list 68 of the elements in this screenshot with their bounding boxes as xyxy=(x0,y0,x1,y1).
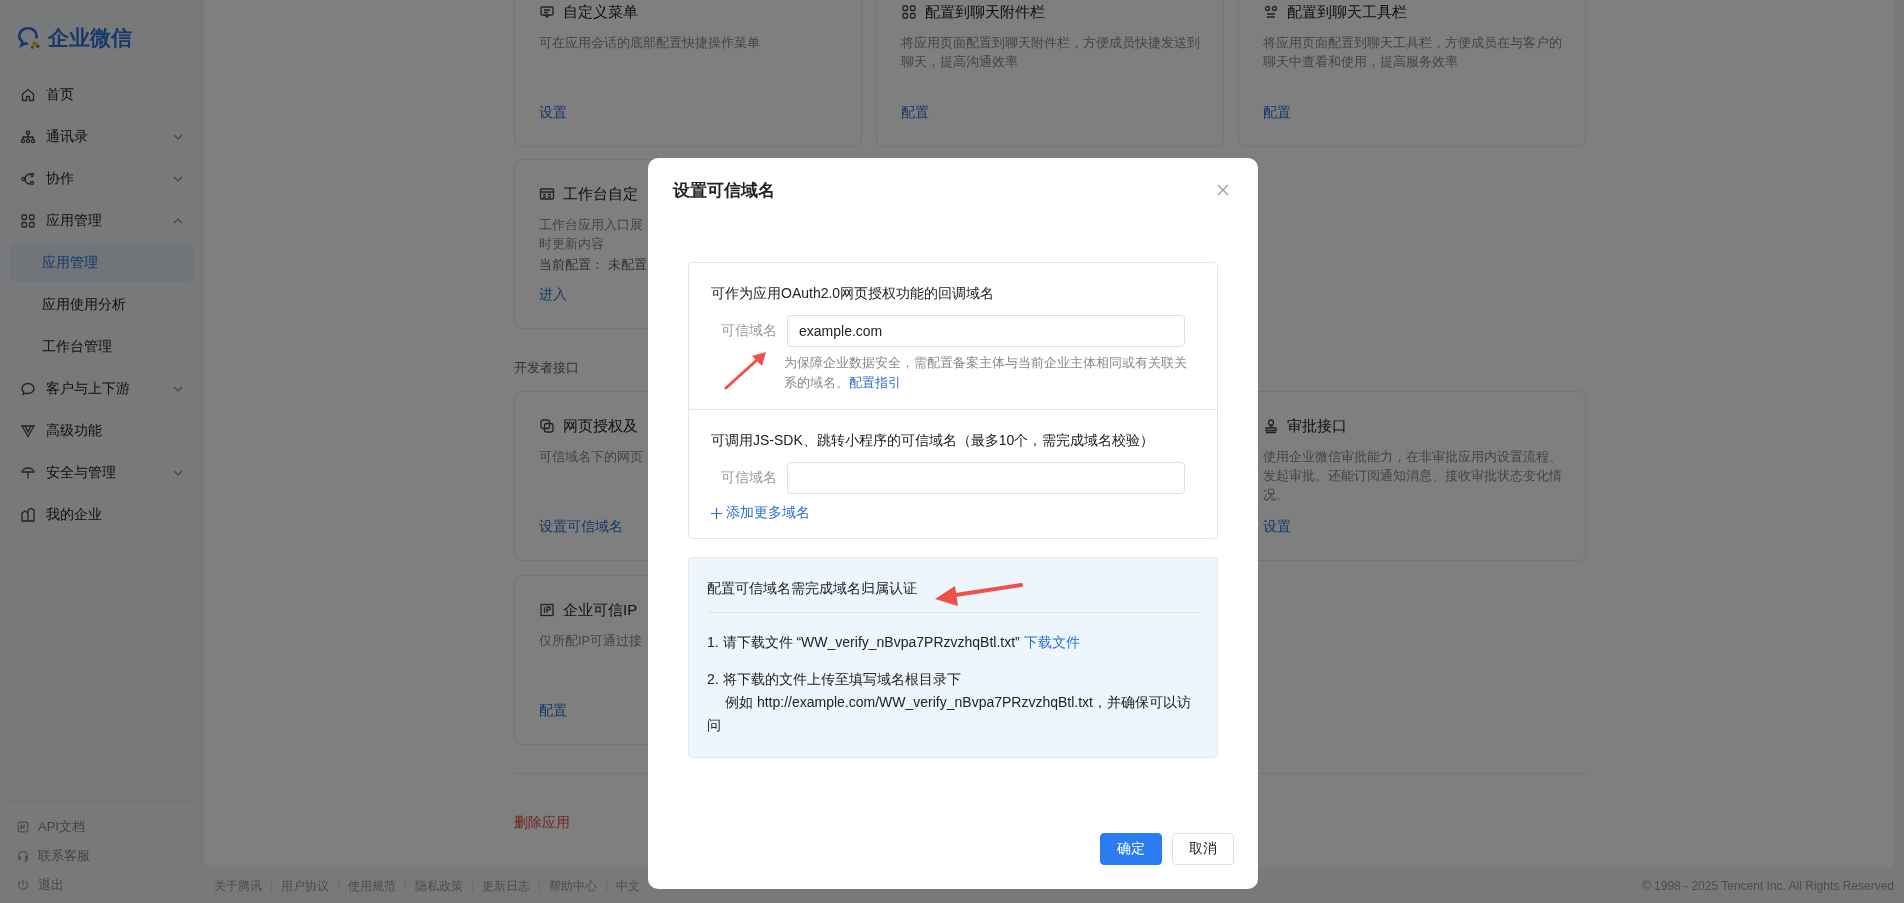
hint-text: 为保障企业数据安全，需配置备案主体与当前企业主体相同或有关联关系的域名。配置指引 xyxy=(784,354,1188,392)
nav-item[interactable]: 应用管理 xyxy=(10,202,194,240)
logo-text: 企业微信 xyxy=(48,25,132,51)
card-title: 审批接口 xyxy=(1287,416,1347,436)
grid-icon xyxy=(20,213,36,229)
nav-item[interactable]: 首页 xyxy=(10,76,194,114)
config-status: 当前配置： 未配置 xyxy=(539,256,647,274)
card-title: 网页授权及 xyxy=(563,416,638,436)
umbrella-icon xyxy=(20,465,36,481)
section-title: 开发者接口 xyxy=(514,359,579,377)
power-icon xyxy=(16,877,30,892)
step-text: 2. 将下载的文件上传至填写域名根目录下 xyxy=(707,670,962,689)
field-label: 可信域名 xyxy=(721,469,777,487)
document-icon xyxy=(16,819,30,834)
window-icon xyxy=(539,186,555,202)
field-label: 可信域名 xyxy=(721,322,777,340)
example-text: 例如 http://example.com/WW_verify_nBvpa7PRzvzhqBtl.txt，并确保可以访问 xyxy=(707,693,1192,735)
stamp-icon xyxy=(1263,418,1279,434)
nav-item[interactable]: 协作 xyxy=(10,160,194,198)
download-link[interactable]: 下载文件 xyxy=(1023,634,1080,650)
plus-icon xyxy=(711,507,722,519)
card-action-link[interactable]: 配置 xyxy=(901,104,929,122)
logo-icon xyxy=(16,25,42,51)
card-title: 企业可信IP xyxy=(563,600,638,620)
add-domain-link[interactable]: 添加更多域名 xyxy=(711,504,810,522)
card-title: 配置到聊天附件栏 xyxy=(925,2,1045,22)
confirm-button[interactable]: 确定 xyxy=(1100,833,1162,865)
dialog-title: 设置可信域名 xyxy=(673,179,775,202)
nav-subitem[interactable]: 应用管理 xyxy=(10,244,194,282)
card-description: 仅所配IP可通过接 xyxy=(539,633,642,650)
menu-icon xyxy=(539,4,555,20)
card-action-link[interactable]: 设置可信域名 xyxy=(539,518,623,536)
headset-icon xyxy=(16,848,30,863)
grid-icon xyxy=(901,4,917,20)
guide-link[interactable]: 配置指引 xyxy=(849,375,901,390)
nav-item[interactable]: 通讯录 xyxy=(10,118,194,156)
triangle-icon xyxy=(20,423,36,439)
nav-item[interactable]: 高级功能 xyxy=(10,412,194,450)
delete-app-link[interactable]: 删除应用 xyxy=(514,814,1894,832)
domain-input[interactable]: example.com xyxy=(787,315,1185,347)
ip-icon xyxy=(539,602,555,618)
share-icon xyxy=(20,171,36,187)
nav-subitem[interactable]: 应用使用分析 xyxy=(10,286,194,324)
domain-input[interactable] xyxy=(787,462,1185,494)
card-action-link[interactable]: 设置 xyxy=(1263,518,1291,536)
notice-title: 配置可信域名需完成域名归属认证 xyxy=(707,580,917,598)
annotation-arrow xyxy=(724,350,768,390)
building-icon xyxy=(20,507,36,523)
nav-item[interactable]: 安全与管理 xyxy=(10,454,194,492)
card-title: 工作台自定 xyxy=(563,184,638,204)
card-action-link[interactable]: 设置 xyxy=(539,104,567,122)
nav-subitem[interactable]: 工作台管理 xyxy=(10,328,194,366)
card-description: 可信域名下的网页 xyxy=(539,449,643,466)
chat-bubble-icon xyxy=(20,381,36,397)
nav-item[interactable]: 客户与上下游 xyxy=(10,370,194,408)
nav-item[interactable]: 我的企业 xyxy=(10,496,194,534)
cancel-button[interactable]: 取消 xyxy=(1172,833,1234,865)
card-action-link[interactable]: 进入 xyxy=(539,286,567,304)
copy-icon xyxy=(539,418,555,434)
step-text: 1. 请下载文件 “WW_verify_nBvpa7PRzvzhqBtl.txt” 下载文件 xyxy=(707,633,1081,652)
card-title: 自定义菜单 xyxy=(563,2,638,22)
section-heading: 可调用JS-SDK、跳转小程序的可信域名（最多10个，需完成域名校验） xyxy=(711,432,1156,450)
card-action-link[interactable]: 配置 xyxy=(1263,104,1291,122)
card-action-link[interactable]: 配置 xyxy=(539,702,567,720)
home-icon xyxy=(20,87,36,103)
card-title: 配置到聊天工具栏 xyxy=(1287,2,1407,22)
org-chart-icon xyxy=(20,129,36,145)
section-heading: 可作为应用OAuth2.0网页授权功能的回调域名 xyxy=(711,285,996,303)
